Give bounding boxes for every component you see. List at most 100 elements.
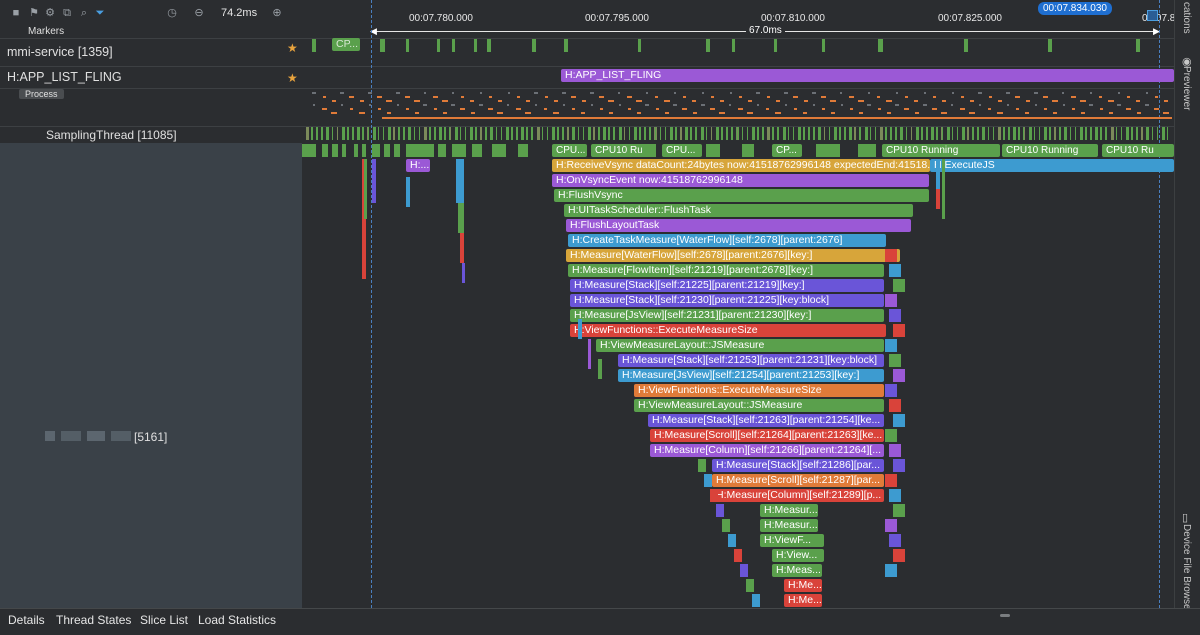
side-slice[interactable] [936, 159, 940, 189]
sample-tick[interactable] [500, 127, 503, 140]
tab-thread-states[interactable]: Thread States [56, 613, 131, 627]
sample-tick[interactable] [485, 127, 487, 140]
cursor-time-badge[interactable]: 00:07.834.030 [1038, 2, 1112, 15]
process-tick[interactable] [914, 100, 918, 102]
process-tick[interactable] [387, 112, 391, 114]
process-tick[interactable] [979, 104, 981, 106]
marker-blip[interactable] [452, 39, 455, 52]
cpu-slice[interactable] [394, 144, 400, 157]
process-tick[interactable] [628, 108, 631, 110]
sample-tick[interactable] [818, 127, 820, 140]
trailing-slice[interactable] [885, 249, 897, 262]
process-tick[interactable] [1110, 100, 1114, 102]
process-tick[interactable] [878, 108, 881, 110]
process-tick[interactable] [841, 104, 843, 106]
process-tick[interactable] [434, 108, 437, 110]
process-tick[interactable] [851, 96, 854, 98]
sample-tick[interactable] [1105, 127, 1107, 140]
process-tick[interactable] [758, 92, 760, 94]
marker-blip[interactable] [1048, 39, 1052, 52]
sample-tick[interactable] [587, 127, 591, 140]
sample-tick[interactable] [710, 127, 713, 140]
process-tick[interactable] [453, 104, 455, 106]
tab-slice-list[interactable]: Slice List [140, 613, 188, 627]
sample-tick[interactable] [367, 127, 369, 140]
call-stack-slice[interactable]: H:Measure[Stack][self:21286][par... [712, 459, 884, 472]
sample-tick[interactable] [336, 127, 339, 140]
process-tick[interactable] [471, 112, 475, 114]
cpu-slice[interactable] [362, 144, 366, 157]
sample-tick[interactable] [921, 127, 923, 140]
leading-slice[interactable] [704, 474, 712, 487]
sample-tick[interactable] [398, 127, 400, 140]
process-tick[interactable] [462, 108, 465, 110]
process-tick[interactable] [1007, 104, 1009, 106]
process-tick[interactable] [776, 100, 780, 102]
call-stack-slice[interactable]: H:CreateTaskMeasure[WaterFlow][self:2678… [568, 234, 886, 247]
cpu-running-slice[interactable]: CPU10 Running [882, 144, 1000, 157]
process-tick[interactable] [435, 96, 438, 98]
cpu-slice[interactable] [816, 144, 840, 157]
sample-tick[interactable] [552, 127, 555, 140]
process-tick[interactable] [850, 108, 853, 110]
sample-tick[interactable] [388, 127, 391, 140]
process-tick[interactable] [1036, 92, 1038, 94]
process-tick[interactable] [619, 104, 621, 106]
cpu-slice[interactable] [332, 144, 338, 157]
sample-tick[interactable] [798, 127, 801, 140]
sample-tick[interactable] [946, 127, 950, 140]
trailing-slice[interactable] [889, 309, 901, 322]
sample-tick[interactable] [526, 127, 528, 140]
process-tick[interactable] [342, 92, 344, 94]
process-tick[interactable] [1073, 96, 1076, 98]
sample-tick[interactable] [874, 127, 877, 140]
call-stack-slice[interactable]: H:OnVsyncEvent now:41518762996148 [552, 174, 929, 187]
star-icon[interactable]: ★ [287, 41, 298, 55]
sample-tick[interactable] [511, 127, 513, 140]
sample-tick[interactable] [1033, 127, 1036, 140]
sample-tick[interactable] [495, 127, 498, 140]
sample-tick[interactable] [962, 127, 965, 140]
sample-tick[interactable] [582, 127, 585, 140]
process-tick[interactable] [638, 100, 642, 102]
sample-tick[interactable] [331, 127, 334, 140]
process-tick[interactable] [896, 92, 898, 94]
process-tick[interactable] [823, 96, 826, 98]
sample-tick[interactable] [757, 127, 759, 140]
process-tick[interactable] [786, 92, 788, 94]
side-slice[interactable] [456, 159, 464, 203]
tab-load-statistics[interactable]: Load Statistics [198, 613, 276, 627]
side-slice[interactable] [364, 159, 367, 219]
sample-tick[interactable] [1120, 127, 1123, 140]
marker-blip[interactable] [706, 39, 710, 52]
cpu-running-slice[interactable]: CPU10 Ru [1102, 144, 1174, 157]
call-stack-slice[interactable]: H:FlushLayoutTask [566, 219, 911, 232]
call-stack-slice[interactable]: H:Measure[Stack][self:21253][parent:2123… [618, 354, 884, 367]
trailing-slice[interactable] [885, 384, 897, 397]
process-tick[interactable] [470, 100, 474, 102]
process-tick[interactable] [1109, 112, 1113, 114]
marker-blip[interactable] [437, 39, 440, 52]
process-tick[interactable] [887, 112, 891, 114]
cpu-slice[interactable] [354, 144, 358, 157]
process-tick[interactable] [1147, 104, 1149, 106]
sample-tick[interactable] [603, 127, 607, 140]
call-stack-slice[interactable]: H:FlushVsync [554, 189, 929, 202]
sample-tick[interactable] [869, 127, 872, 140]
process-tick[interactable] [906, 108, 909, 110]
process-tick[interactable] [498, 100, 502, 102]
sample-tick[interactable] [1141, 127, 1143, 140]
process-tick[interactable] [1146, 92, 1148, 94]
zoom-out-icon[interactable]: ⊖ [193, 7, 205, 19]
sample-tick[interactable] [787, 127, 790, 140]
sample-tick[interactable] [654, 127, 656, 140]
square-icon[interactable]: ■ [10, 7, 22, 19]
process-tick[interactable] [544, 108, 547, 110]
process-tick[interactable] [518, 108, 521, 110]
trailing-slice[interactable] [893, 459, 905, 472]
sample-tick[interactable] [649, 127, 651, 140]
process-tick[interactable] [592, 92, 594, 94]
sample-tick[interactable] [1085, 127, 1087, 140]
process-tick[interactable] [814, 92, 816, 94]
sample-tick[interactable] [1059, 127, 1061, 140]
